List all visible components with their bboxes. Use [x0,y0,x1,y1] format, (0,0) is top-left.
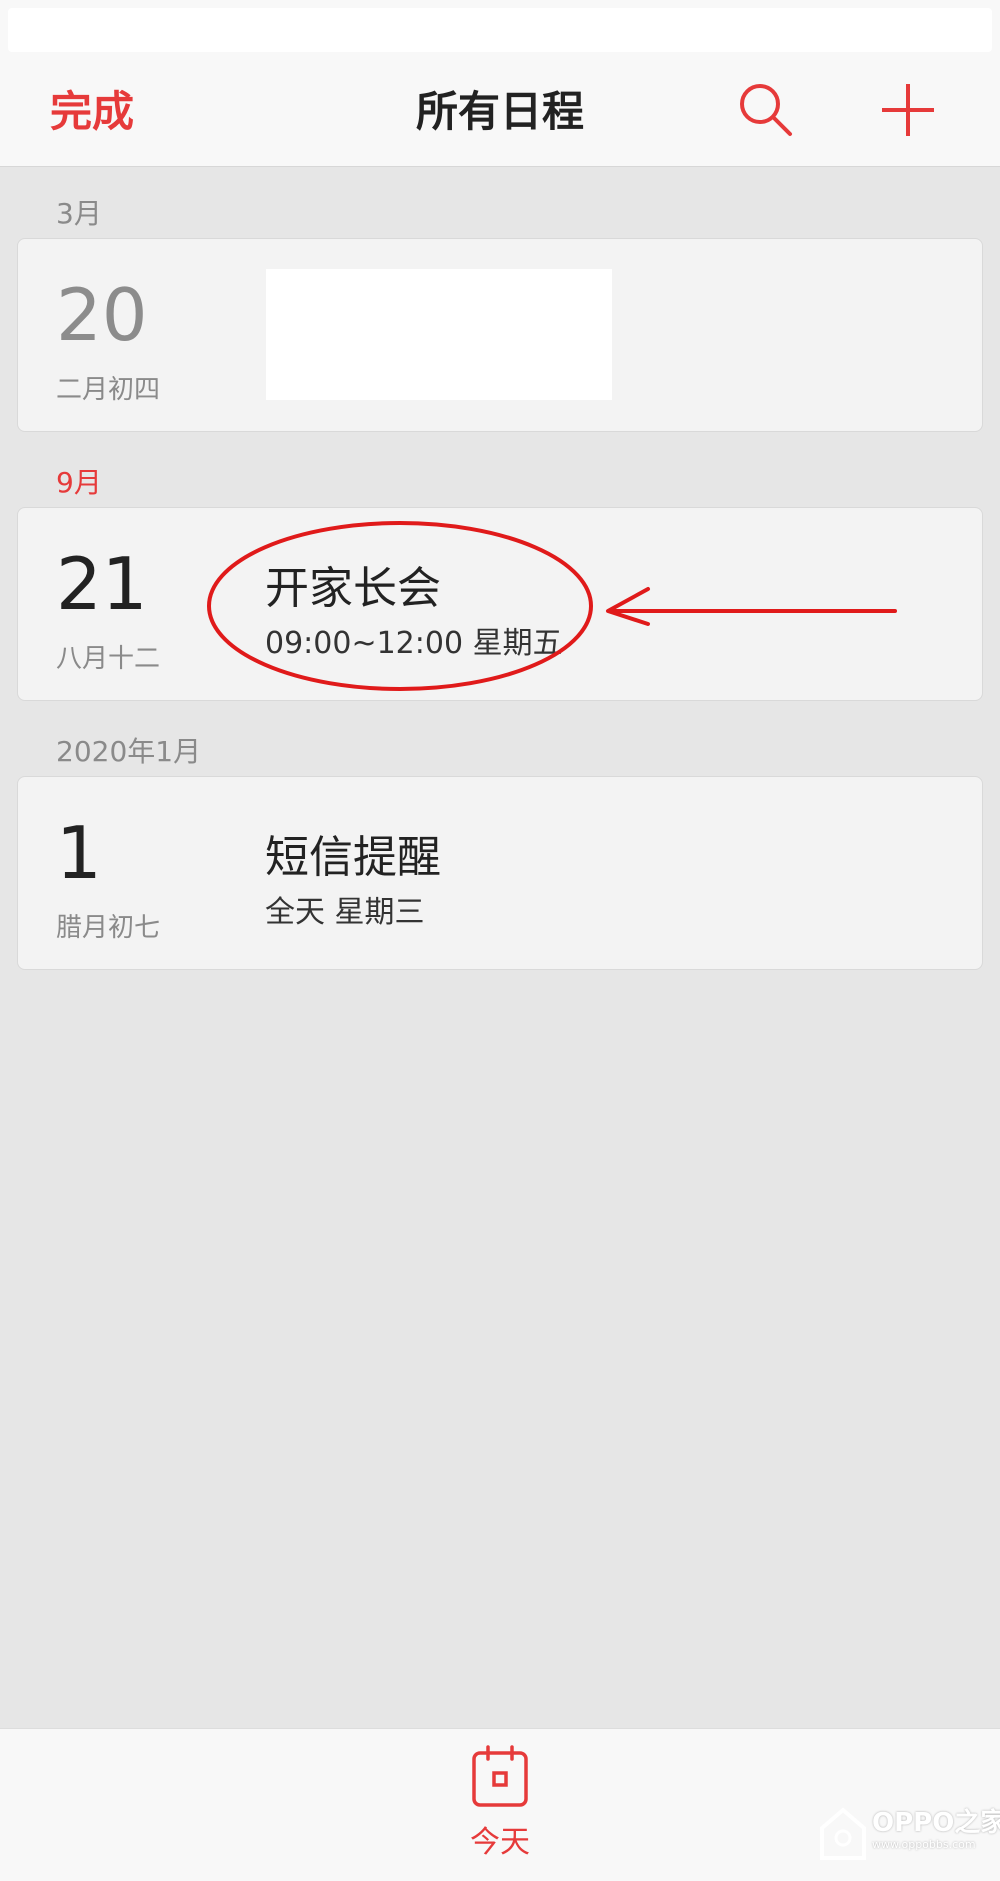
watermark-text: OPPO之家 [872,1808,1000,1838]
plus-icon [882,84,934,136]
event-day: 21 [56,542,148,626]
today-button[interactable]: 今天 [440,1745,560,1865]
search-button[interactable] [734,78,798,142]
section-header-september: 9月 [56,466,102,499]
event-lunar-date: 二月初四 [56,375,161,405]
section-header-january-2020: 2020年1月 [56,735,202,768]
status-bar [0,0,1000,60]
watermark-logo: OPPO之家 www.oppobbs.com [816,1800,1000,1870]
event-day: 1 [56,811,102,895]
event-card[interactable]: 1 腊月初七 短信提醒 全天 星期三 [17,776,983,970]
calendar-today-icon [472,1745,528,1807]
event-day: 20 [56,273,148,357]
redacted-event-details [266,269,612,400]
watermark-url: www.oppobbs.com [872,1838,976,1851]
event-title: 短信提醒 [265,832,441,883]
page-title: 所有日程 [415,87,584,136]
event-lunar-date: 八月十二 [56,644,161,674]
event-title: 开家长会 [265,563,441,614]
event-card[interactable]: 20 二月初四 [17,238,983,432]
event-time: 全天 星期三 [265,895,425,930]
add-event-button[interactable] [876,78,940,142]
status-bar-blank [8,8,992,52]
event-time: 09:00~12:00 星期五 [265,626,563,661]
today-label: 今天 [470,1825,530,1860]
watermark-house-icon [820,1807,866,1860]
search-icon [740,84,792,136]
event-card[interactable]: 21 八月十二 开家长会 09:00~12:00 星期五 [17,507,983,701]
event-lunar-date: 腊月初七 [56,913,161,943]
top-app-bar: 完成 所有日程 [0,60,1000,167]
section-header-march: 3月 [56,197,102,230]
